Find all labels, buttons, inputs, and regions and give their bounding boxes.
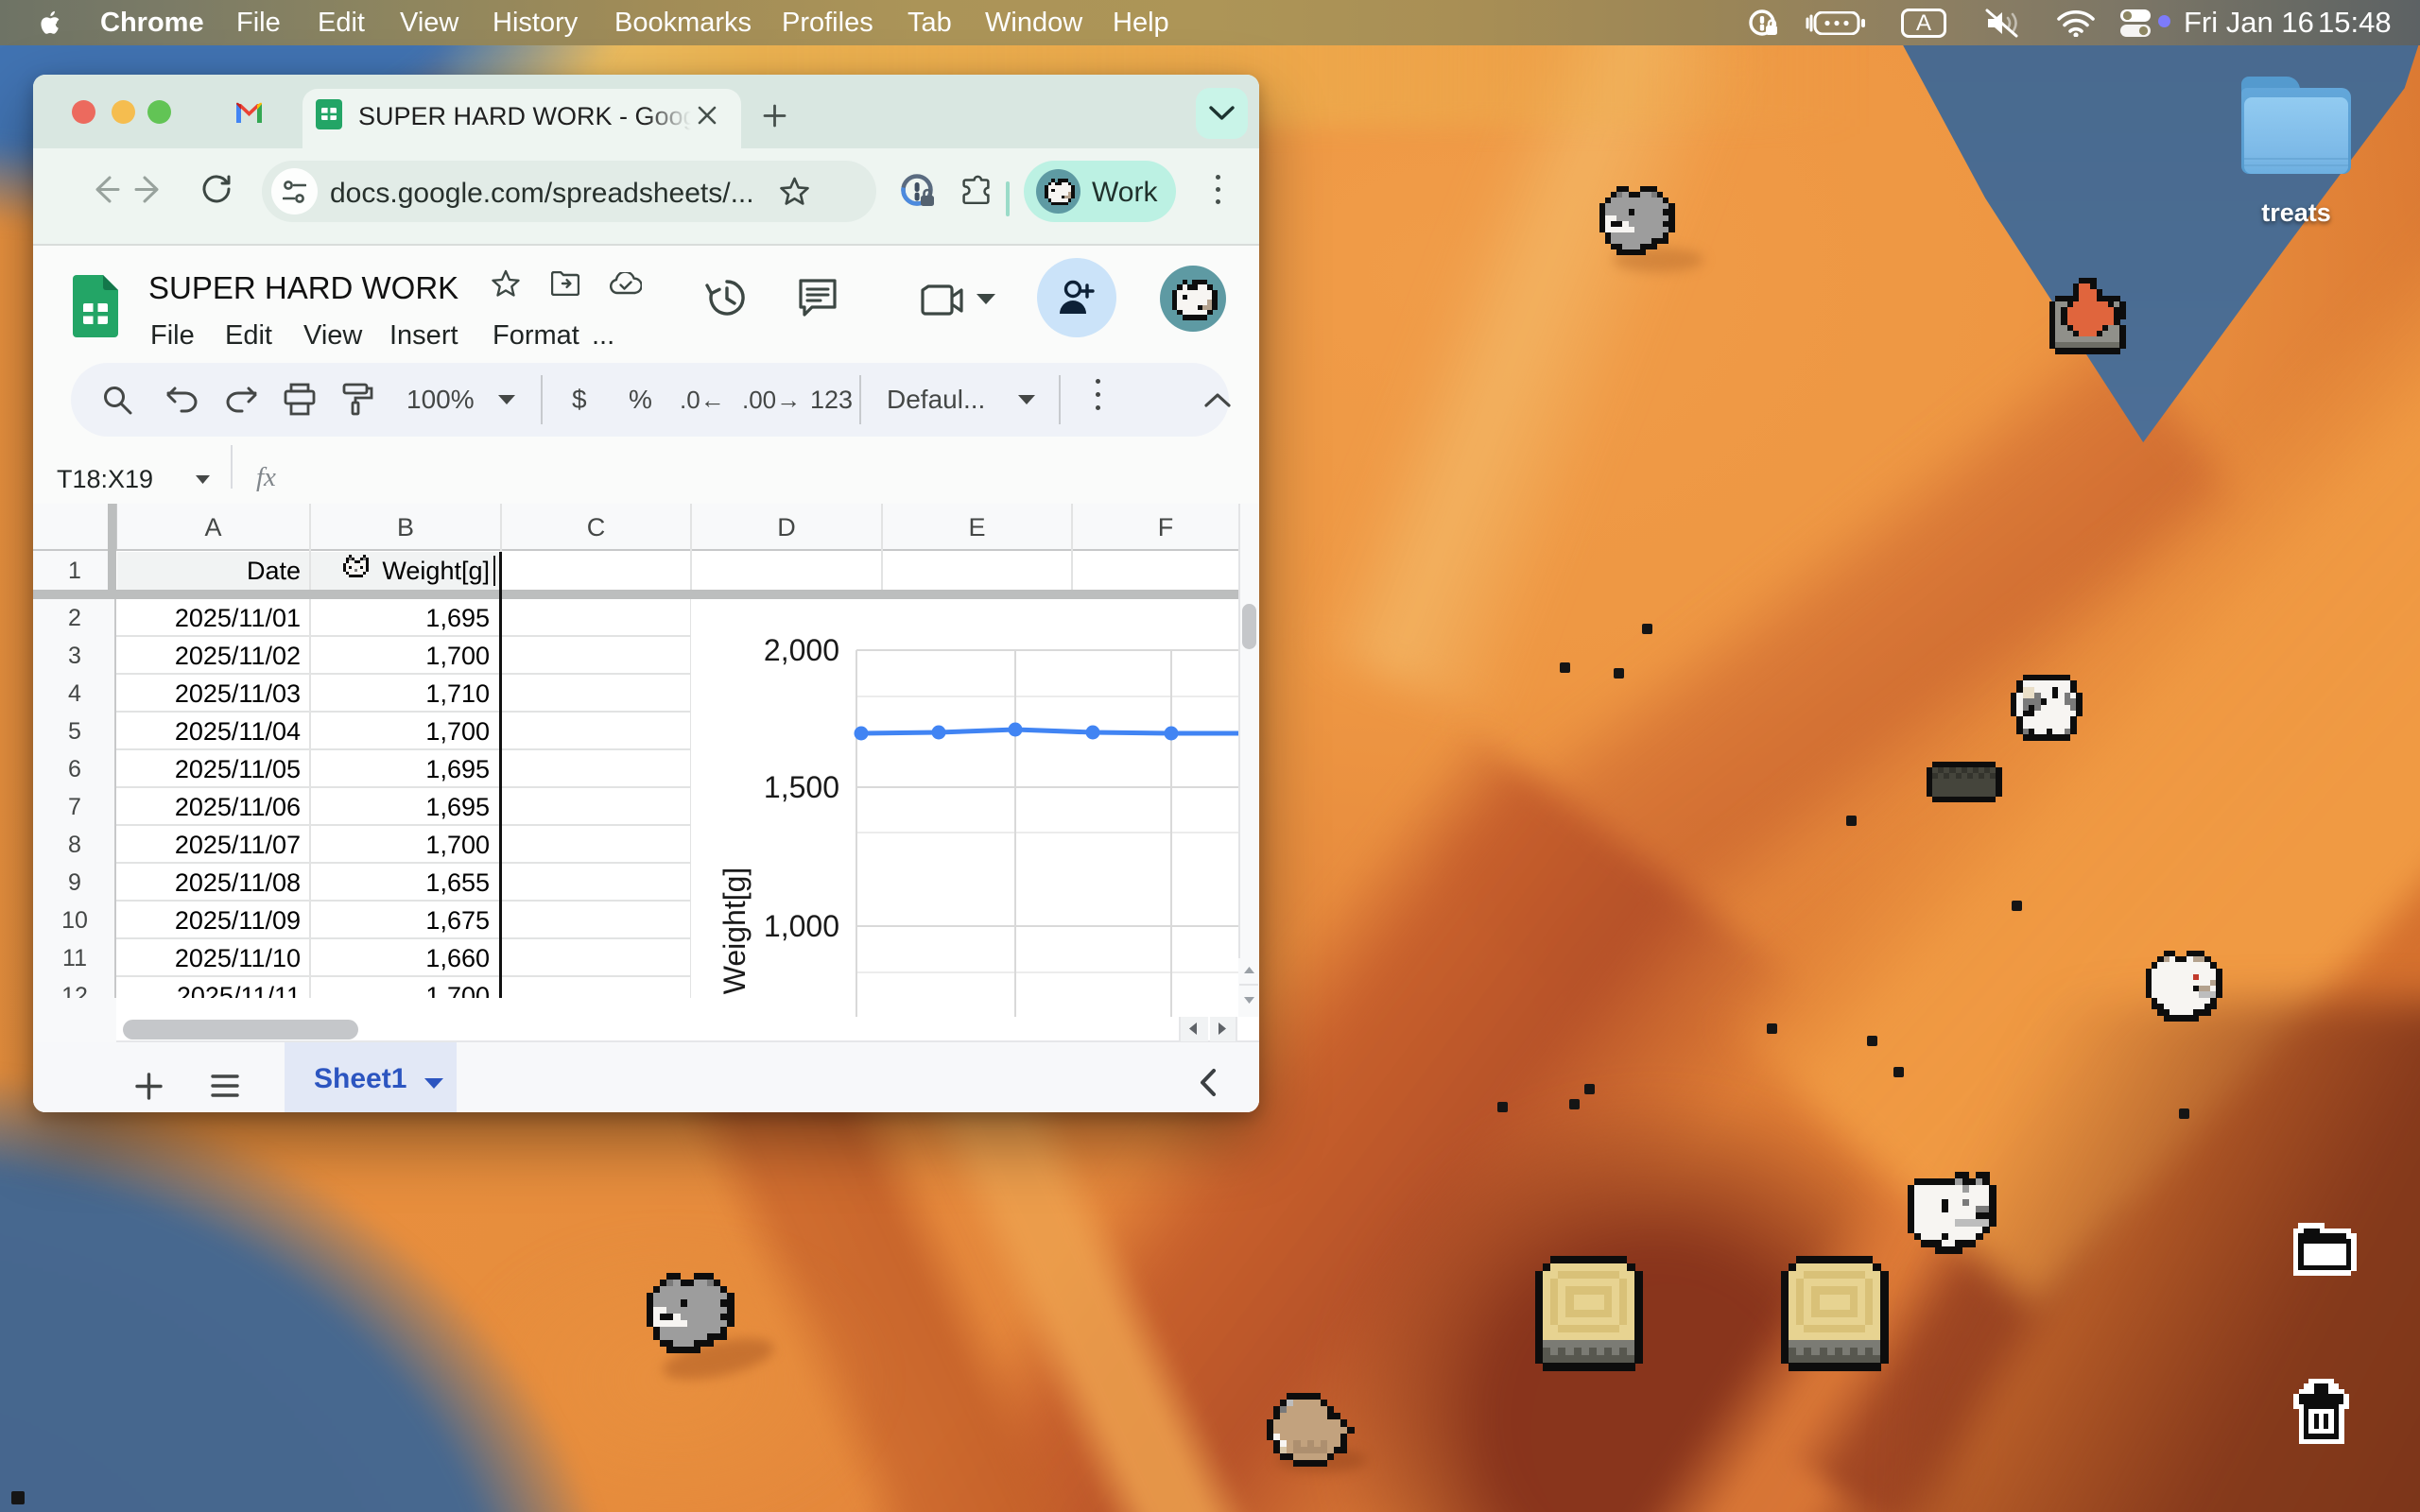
svg-text:Weight[g]: Weight[g] <box>717 868 752 995</box>
svg-text:1,000: 1,000 <box>764 909 839 943</box>
svg-text:2,000: 2,000 <box>764 633 839 667</box>
svg-text:1,500: 1,500 <box>764 770 839 804</box>
